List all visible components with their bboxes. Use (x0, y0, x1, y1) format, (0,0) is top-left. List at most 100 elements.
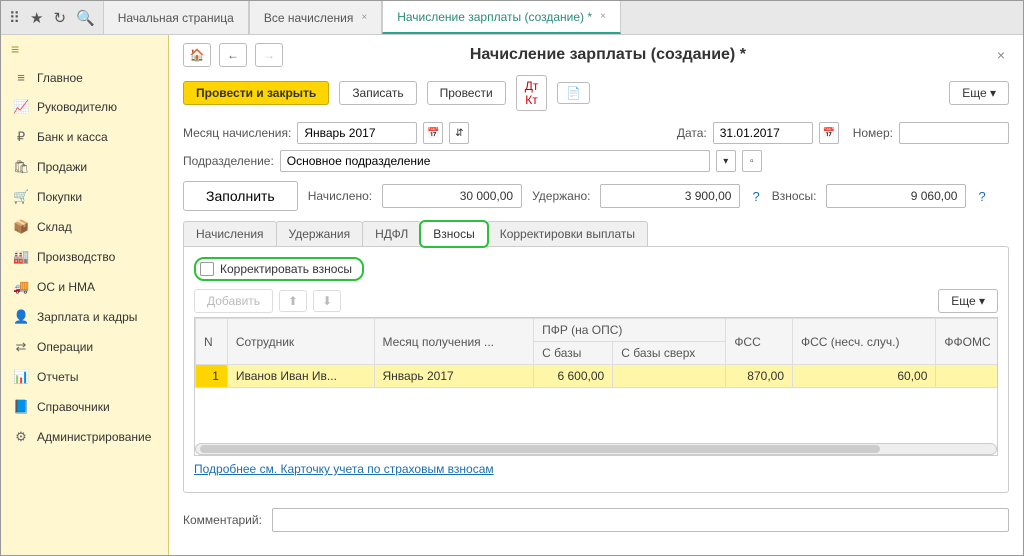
sidebar-item[interactable]: ⚙ Администрирование (1, 422, 168, 452)
comment-label: Комментарий: (183, 513, 262, 527)
sidebar-item[interactable]: 📈 Руководителю (1, 92, 168, 122)
sidebar-item-label: Руководителю (37, 100, 117, 114)
sidebar-icon: 🛒 (13, 189, 29, 205)
accrued-value: 30 000,00 (382, 184, 522, 208)
close-icon[interactable]: × (600, 11, 606, 22)
sidebar-item-label: Зарплата и кадры (37, 310, 137, 324)
sidebar-icon: 👤 (13, 309, 29, 325)
sidebar-item[interactable]: 🚚ОС и НМА (1, 272, 168, 302)
search-icon[interactable]: 🔍 (76, 9, 95, 27)
tab-all[interactable]: Все начисления× (249, 1, 382, 34)
correct-contrib-label: Корректировать взносы (220, 262, 352, 276)
sidebar-item-label: Банк и касса (37, 130, 108, 144)
sidebar-item[interactable]: 📘 Справочники (1, 392, 168, 422)
sidebar-icon: 🚚 (13, 279, 29, 295)
star-icon[interactable]: ★ (30, 9, 43, 27)
close-icon[interactable]: × (361, 12, 367, 23)
withheld-label: Удержано: (532, 189, 590, 203)
sidebar-icon: ₽ (13, 129, 29, 145)
tab-deductions[interactable]: Удержания (276, 221, 364, 247)
tab-accruals[interactable]: Начисления (183, 221, 277, 247)
page-title: Начисление зарплаты (создание) * (231, 46, 985, 64)
help-icon[interactable]: ? (750, 189, 761, 204)
sidebar-item[interactable]: 📦 Склад (1, 212, 168, 242)
sidebar-item-label: Производство (37, 250, 115, 264)
dept-label: Подразделение: (183, 154, 274, 168)
sidebar-icon: 📊 (13, 369, 29, 385)
sidebar-item[interactable]: 🛍Продажи (1, 152, 168, 182)
sidebar-item-label: Главное (37, 71, 83, 85)
sidebar-item-label: Склад (37, 220, 72, 234)
sidebar-item[interactable]: 📊Отчеты (1, 362, 168, 392)
sidebar-icon: 📘 (13, 399, 29, 415)
tab-corrections[interactable]: Корректировки выплаты (487, 221, 648, 247)
table-row[interactable]: 1Иванов Иван Ив...Январь 20176 600,00870… (196, 365, 999, 388)
tab-ndfl[interactable]: НДФЛ (362, 221, 421, 247)
sidebar-icon: ≡ (13, 70, 29, 85)
sidebar-item[interactable]: 🏭Производство (1, 242, 168, 272)
more-button[interactable]: Еще ▾ (949, 81, 1009, 105)
col-month[interactable]: Месяц получения ... (374, 319, 534, 365)
sidebar-icon: ⇄ (13, 339, 29, 355)
month-input[interactable] (297, 122, 417, 144)
dropdown-icon[interactable]: ▾ (716, 150, 736, 172)
fill-button[interactable]: Заполнить (183, 181, 298, 211)
date-label: Дата: (677, 126, 707, 140)
horizontal-scrollbar[interactable] (195, 443, 997, 455)
home-icon[interactable]: 🏠 (183, 43, 211, 67)
open-icon[interactable]: ▫ (742, 150, 762, 172)
sidebar-item[interactable]: ≡ Главное (1, 63, 168, 92)
dt-kt-button[interactable]: ДтКт (516, 75, 548, 111)
details-link[interactable]: Подробнее см. Карточку учета по страховы… (194, 456, 494, 482)
tab-contributions[interactable]: Взносы (420, 221, 487, 247)
help-icon[interactable]: ? (976, 189, 987, 204)
sidebar-item[interactable]: 🛒 Покупки (1, 182, 168, 212)
sidebar-icon: 📈 (13, 99, 29, 115)
contrib-grid[interactable]: N Сотрудник Месяц получения ... ПФР (на … (194, 317, 998, 456)
correct-contrib-wrap[interactable]: Корректировать взносы (194, 257, 364, 281)
sidebar-item[interactable]: ₽ Банк и касса (1, 122, 168, 152)
tab-home[interactable]: Начальная страница (103, 1, 249, 34)
more-button[interactable]: Еще ▾ (938, 289, 998, 313)
calendar-icon[interactable]: 📅 (423, 122, 443, 144)
col-over[interactable]: С базы сверх (613, 342, 726, 365)
sidebar-icon: 🛍 (13, 159, 29, 175)
col-fss[interactable]: ФСС (726, 319, 793, 365)
stepper-icon[interactable]: ⇵ (449, 122, 469, 144)
col-pfr[interactable]: ПФР (на ОПС) (534, 319, 726, 342)
run-button[interactable]: Провести (427, 81, 506, 105)
contrib-value: 9 060,00 (826, 184, 966, 208)
move-up-icon[interactable]: ⬆ (279, 290, 307, 312)
col-n[interactable]: N (196, 319, 228, 365)
sidebar-item[interactable]: 👤 Зарплата и кадры (1, 302, 168, 332)
col-base[interactable]: С базы (534, 342, 613, 365)
number-input[interactable] (899, 122, 1009, 144)
comment-input[interactable] (272, 508, 1009, 532)
add-button[interactable]: Добавить (194, 289, 273, 313)
sidebar-toggle-icon[interactable]: ≡ (1, 35, 168, 63)
sidebar-item[interactable]: ⇄Операции (1, 332, 168, 362)
col-fss-ns[interactable]: ФСС (несч. случ.) (793, 319, 936, 365)
close-icon[interactable]: × (993, 47, 1009, 63)
run-and-close-button[interactable]: Провести и закрыть (183, 81, 329, 105)
date-input[interactable] (713, 122, 813, 144)
sidebar-item-label: Покупки (37, 190, 82, 204)
sidebar: ≡ ≡Главное📈Руководителю₽Банк и касса🛍Про… (1, 35, 169, 555)
col-ffoms[interactable]: ФФОМС (936, 319, 998, 365)
correct-contrib-checkbox[interactable] (200, 262, 214, 276)
apps-icon[interactable]: ⠿ (9, 9, 20, 27)
report-button[interactable]: 📄 (557, 82, 590, 104)
number-label: Номер: (853, 126, 893, 140)
history-icon[interactable]: ↻ (53, 9, 66, 27)
save-button[interactable]: Записать (339, 81, 416, 105)
tab-current[interactable]: Начисление зарплаты (создание) *× (382, 1, 621, 34)
col-emp[interactable]: Сотрудник (227, 319, 374, 365)
move-down-icon[interactable]: ⬇ (313, 290, 341, 312)
sidebar-item-label: Администрирование (37, 430, 151, 444)
sidebar-icon: ⚙ (13, 429, 29, 445)
sidebar-item-label: Справочники (37, 400, 110, 414)
sidebar-icon: 📦 (13, 219, 29, 235)
accrued-label: Начислено: (308, 189, 372, 203)
calendar-icon[interactable]: 📅 (819, 122, 839, 144)
dept-input[interactable] (280, 150, 710, 172)
